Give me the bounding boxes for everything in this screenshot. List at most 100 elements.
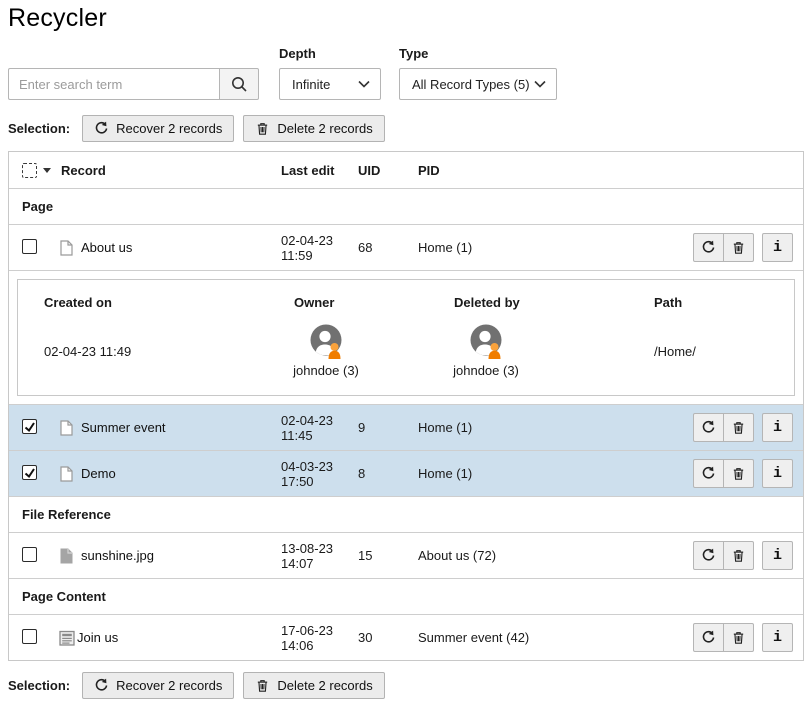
detail-created-on-value: 02-04-23 11:49 (44, 344, 294, 359)
record-title: Join us (77, 630, 118, 645)
info-icon: i (773, 419, 782, 436)
delete-record-button[interactable] (723, 623, 754, 652)
row-checkbox[interactable] (22, 465, 37, 480)
record-uid: 30 (358, 630, 418, 645)
select-all-checkbox[interactable] (22, 163, 37, 178)
page-icon (59, 420, 74, 436)
detail-path-label: Path (654, 295, 780, 310)
info-icon: i (773, 547, 782, 564)
recover-record-button[interactable] (693, 233, 724, 262)
row-checkbox[interactable] (22, 547, 37, 562)
table-row[interactable]: Join us 17-06-23 14:06 30 Summer event (… (9, 614, 803, 660)
table-row[interactable]: Summer event 02-04-23 11:45 9 Home (1) i (9, 404, 803, 450)
type-label: Type (399, 46, 557, 61)
record-pid: Summer event (42) (418, 630, 685, 645)
group-header-page: Page (9, 188, 803, 224)
trash-icon (255, 121, 270, 136)
column-header-record: Record (61, 163, 106, 178)
info-record-button[interactable]: i (762, 233, 793, 262)
record-title: Demo (81, 466, 116, 481)
row-checkbox[interactable] (22, 629, 37, 644)
type-select-value: All Record Types (5) (412, 77, 530, 92)
delete-selected-button[interactable]: Delete 2 records (243, 115, 384, 142)
recover-record-button[interactable] (693, 459, 724, 488)
info-record-button[interactable]: i (762, 541, 793, 570)
table-row[interactable]: sunshine.jpg 13-08-23 14:07 15 About us … (9, 532, 803, 578)
info-icon: i (773, 465, 782, 482)
detail-path-value: /Home/ (654, 344, 780, 359)
undo-icon (701, 420, 716, 435)
trash-icon (731, 548, 746, 563)
detail-deleted-by: johndoe (3) (448, 324, 524, 378)
delete-record-button[interactable] (723, 541, 754, 570)
table-row[interactable]: Demo 04-03-23 17:50 8 Home (1) i (9, 450, 803, 496)
recover-record-button[interactable] (693, 541, 724, 570)
recover-record-button[interactable] (693, 413, 724, 442)
detail-owner-value: johndoe (3) (293, 363, 359, 378)
delete-record-button[interactable] (723, 233, 754, 262)
record-pid: Home (1) (418, 420, 685, 435)
trash-icon (731, 420, 746, 435)
filter-bar: Depth Infinite Type All Record Types (5) (8, 46, 804, 100)
recover-selected-button[interactable]: Recover 2 records (82, 115, 234, 142)
depth-filter: Depth Infinite (279, 46, 381, 100)
user-avatar-icon (309, 324, 343, 360)
info-icon: i (773, 629, 782, 646)
record-uid: 68 (358, 240, 418, 255)
delete-record-button[interactable] (723, 413, 754, 442)
column-header-pid: PID (418, 163, 685, 178)
record-title: About us (81, 240, 132, 255)
record-last-edit: 13-08-23 14:07 (273, 541, 358, 571)
delete-record-button[interactable] (723, 459, 754, 488)
row-checkbox[interactable] (22, 419, 37, 434)
search-button[interactable] (219, 68, 259, 100)
check-icon (23, 420, 36, 433)
file-icon (59, 548, 74, 564)
group-header-file-reference: File Reference (9, 496, 803, 532)
record-last-edit: 02-04-23 11:59 (273, 233, 358, 263)
type-select[interactable]: All Record Types (5) (399, 68, 557, 100)
depth-select[interactable]: Infinite (279, 68, 381, 100)
table-header-row: Record Last edit UID PID (9, 152, 803, 188)
trash-icon (731, 630, 746, 645)
info-icon: i (773, 239, 782, 256)
undo-icon (94, 678, 109, 693)
chevron-down-icon (534, 80, 546, 88)
record-pid: Home (1) (418, 466, 685, 481)
caret-down-icon[interactable] (43, 168, 51, 173)
recycler-module: Recycler Depth Infinite Type All Record … (8, 4, 804, 699)
info-record-button[interactable]: i (762, 623, 793, 652)
group-header-page-content: Page Content (9, 578, 803, 614)
info-record-button[interactable]: i (762, 459, 793, 488)
trash-icon (731, 240, 746, 255)
search-input[interactable] (8, 68, 219, 100)
record-detail-panel: Created on Owner Deleted by Path 02-04-2… (9, 270, 803, 404)
content-icon (59, 630, 75, 646)
depth-label: Depth (279, 46, 381, 61)
records-table: Record Last edit UID PID Page About us 0… (8, 151, 804, 661)
recover-record-button[interactable] (693, 623, 724, 652)
row-checkbox[interactable] (22, 239, 37, 254)
record-last-edit: 04-03-23 17:50 (273, 459, 358, 489)
column-header-last-edit: Last edit (273, 163, 358, 178)
info-record-button[interactable]: i (762, 413, 793, 442)
table-row[interactable]: About us 02-04-23 11:59 68 Home (1) i (9, 224, 803, 270)
detail-owner-label: Owner (294, 295, 454, 310)
depth-select-value: Infinite (292, 77, 330, 92)
column-header-uid: UID (358, 163, 418, 178)
check-icon (23, 466, 36, 479)
recover-selected-button[interactable]: Recover 2 records (82, 672, 234, 699)
record-uid: 15 (358, 548, 418, 563)
detail-deleted-by-label: Deleted by (454, 295, 654, 310)
trash-icon (731, 466, 746, 481)
record-uid: 8 (358, 466, 418, 481)
trash-icon (255, 678, 270, 693)
selection-bar-bottom: Selection: Recover 2 records Delete 2 re… (8, 672, 804, 699)
record-pid: About us (72) (418, 548, 685, 563)
delete-selected-button[interactable]: Delete 2 records (243, 672, 384, 699)
selection-bar-top: Selection: Recover 2 records Delete 2 re… (8, 115, 804, 142)
user-avatar-icon (469, 324, 503, 360)
record-last-edit: 02-04-23 11:45 (273, 413, 358, 443)
type-filter: Type All Record Types (5) (399, 46, 557, 100)
undo-icon (701, 630, 716, 645)
